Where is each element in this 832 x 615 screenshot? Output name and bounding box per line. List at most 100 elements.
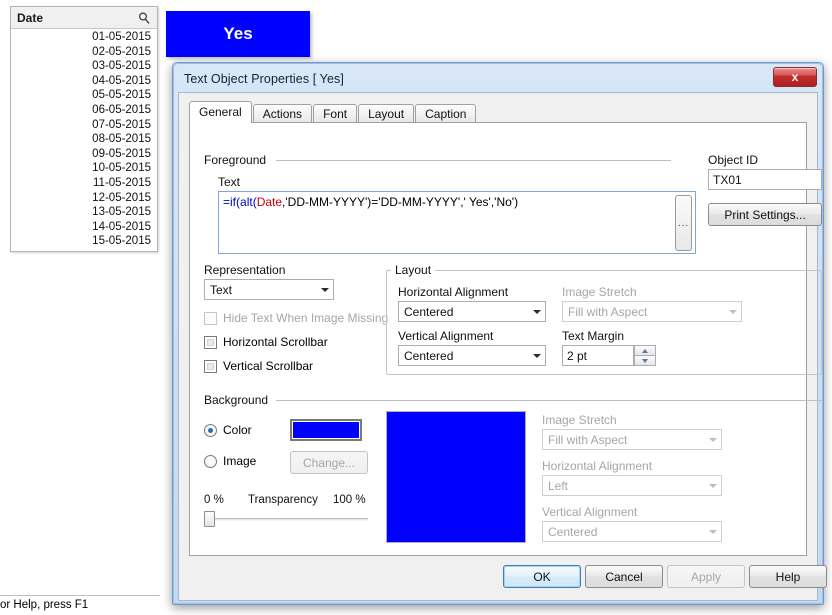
- stepper-down-icon[interactable]: [634, 355, 656, 366]
- tabstrip: General Actions Font Layout Caption: [189, 101, 807, 123]
- print-settings-button[interactable]: Print Settings...: [708, 203, 822, 226]
- vertical-scrollbar-checkbox[interactable]: Vertical Scrollbar: [204, 359, 313, 373]
- chevron-down-icon[interactable]: [528, 346, 545, 365]
- close-label: x: [791, 70, 799, 84]
- background-color-radio[interactable]: Color: [204, 423, 252, 437]
- layout-image-stretch-combo: Fill with Aspect: [562, 301, 742, 322]
- listbox-title: Date: [17, 10, 44, 25]
- text-margin-label: Text Margin: [562, 329, 625, 343]
- layout-vertical-alignment-label: Vertical Alignment: [398, 329, 494, 343]
- chevron-down-icon: [704, 430, 721, 449]
- slider-track: [204, 518, 368, 521]
- list-item[interactable]: 08-05-2015: [11, 132, 157, 147]
- list-item[interactable]: 09-05-2015: [11, 147, 157, 162]
- list-item[interactable]: 05-05-2015: [11, 88, 157, 103]
- object-id-input[interactable]: [708, 169, 822, 190]
- chevron-down-icon[interactable]: [528, 302, 545, 321]
- background-image-radio-label: Image: [223, 454, 257, 468]
- text-formula-input[interactable]: =if(alt(Date,'DD-MM-YYYY')='DD-MM-YYYY',…: [218, 191, 696, 254]
- background-preview-fill: [387, 412, 525, 542]
- radio-button: [204, 454, 217, 468]
- formula-token-alt: alt(: [240, 195, 257, 209]
- background-image-radio[interactable]: Image: [204, 454, 256, 468]
- text-object-properties-dialog: Text Object Properties [ Yes] x General …: [172, 62, 827, 605]
- checkbox-label: Horizontal Scrollbar: [223, 335, 328, 349]
- object-id-label: Object ID: [708, 153, 759, 167]
- tab-actions[interactable]: Actions: [252, 104, 313, 123]
- listbox-items[interactable]: 01-05-2015 02-05-2015 03-05-2015 04-05-2…: [11, 29, 157, 251]
- background-image-stretch-combo: Fill with Aspect: [542, 429, 722, 450]
- list-item[interactable]: 02-05-2015: [11, 45, 157, 60]
- list-item[interactable]: 13-05-2015: [11, 205, 157, 220]
- background-vertical-alignment-label: Vertical Alignment: [542, 505, 638, 519]
- apply-button: Apply: [667, 565, 745, 588]
- layout-vertical-alignment-combo[interactable]: Centered: [398, 345, 546, 366]
- background-vertical-alignment-value: Centered: [548, 524, 598, 539]
- list-item[interactable]: 04-05-2015: [11, 74, 157, 89]
- list-item[interactable]: 10-05-2015: [11, 161, 157, 176]
- layout-image-stretch-label: Image Stretch: [562, 285, 637, 299]
- chevron-down-icon: [704, 476, 721, 495]
- background-color-swatch[interactable]: [290, 419, 362, 441]
- chevron-down-icon: [704, 522, 721, 541]
- chevron-down-icon: [724, 302, 741, 321]
- checkbox-label: Hide Text When Image Missing: [223, 311, 389, 325]
- list-item[interactable]: 11-05-2015: [11, 176, 157, 191]
- text-margin-input[interactable]: [562, 345, 634, 366]
- list-item[interactable]: 12-05-2015: [11, 191, 157, 206]
- date-listbox[interactable]: Date 01-05-2015 02-05-2015 03-05-2015 04…: [10, 6, 158, 252]
- tab-font[interactable]: Font: [313, 104, 358, 123]
- foreground-group-line: [276, 160, 671, 161]
- list-item[interactable]: 15-05-2015: [11, 234, 157, 249]
- representation-label: Representation: [204, 263, 286, 277]
- layout-group-label: Layout: [395, 263, 432, 277]
- chevron-down-icon[interactable]: [316, 280, 333, 299]
- text-formula-content: =if(alt(Date,'DD-MM-YYYY')='DD-MM-YYYY',…: [223, 195, 669, 210]
- checkbox-label: Vertical Scrollbar: [223, 359, 314, 373]
- text-label: Text: [218, 175, 241, 189]
- stepper-up-icon[interactable]: [634, 345, 656, 355]
- text-object-value: Yes: [223, 24, 253, 43]
- radio-button: [204, 423, 217, 437]
- hide-text-when-image-missing-checkbox: Hide Text When Image Missing: [204, 311, 388, 325]
- status-bar-text: or Help, press F1: [0, 599, 89, 611]
- transparency-max-label: 100 %: [333, 494, 366, 506]
- tab-general[interactable]: General: [189, 101, 252, 123]
- tab-layout[interactable]: Layout: [358, 104, 415, 123]
- ok-button[interactable]: OK: [503, 565, 581, 588]
- layout-horizontal-alignment-combo[interactable]: Centered: [398, 301, 546, 322]
- background-image-stretch-value: Fill with Aspect: [548, 432, 628, 447]
- list-item[interactable]: 14-05-2015: [11, 220, 157, 235]
- list-item[interactable]: 06-05-2015: [11, 103, 157, 118]
- background-color-swatch-fill: [292, 421, 360, 439]
- expand-formula-button[interactable]: ...: [675, 195, 692, 251]
- list-item[interactable]: 03-05-2015: [11, 59, 157, 74]
- representation-value: Text: [210, 282, 233, 297]
- formula-token-if: =if(: [223, 195, 241, 209]
- text-object-yes[interactable]: Yes: [166, 11, 310, 57]
- foreground-group-label: Foreground: [204, 153, 273, 167]
- layout-vertical-alignment-value: Centered: [404, 348, 454, 363]
- search-icon[interactable]: [137, 11, 151, 25]
- tab-caption[interactable]: Caption: [415, 104, 477, 123]
- dialog-titlebar[interactable]: Text Object Properties [ Yes] x: [176, 66, 820, 92]
- slider-thumb[interactable]: [204, 511, 215, 527]
- text-margin-stepper[interactable]: [634, 345, 656, 366]
- list-item[interactable]: 01-05-2015: [11, 30, 157, 45]
- help-button[interactable]: Help: [749, 565, 827, 588]
- transparency-slider[interactable]: [204, 511, 368, 527]
- background-image-stretch-label: Image Stretch: [542, 413, 617, 427]
- background-change-button: Change...: [290, 451, 368, 474]
- close-icon[interactable]: x: [773, 67, 817, 87]
- cancel-button[interactable]: Cancel: [585, 565, 663, 588]
- transparency-label: Transparency: [248, 494, 318, 506]
- horizontal-scrollbar-checkbox[interactable]: Horizontal Scrollbar: [204, 335, 328, 349]
- representation-combo[interactable]: Text: [204, 279, 334, 300]
- layout-image-stretch-value: Fill with Aspect: [568, 304, 648, 319]
- checkbox-box: [204, 359, 217, 373]
- background-group-label: Background: [204, 393, 275, 407]
- list-item[interactable]: 07-05-2015: [11, 118, 157, 133]
- layout-horizontal-alignment-label: Horizontal Alignment: [398, 285, 509, 299]
- background-horizontal-alignment-label: Horizontal Alignment: [542, 459, 653, 473]
- background-group-line: [276, 400, 822, 401]
